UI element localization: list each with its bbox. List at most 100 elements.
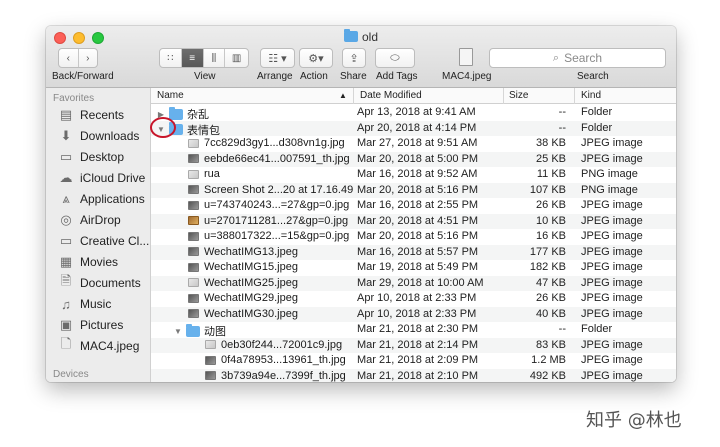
table-row[interactable]: rua Mar 16, 2018 at 9:52 AM 11 KB PNG image <box>151 167 676 183</box>
table-row[interactable]: ▶ 杂乱 Apr 13, 2018 at 9:41 AM -- Folder <box>151 105 676 121</box>
sidebar-item-recents[interactable]: ▤ Recents <box>58 105 124 125</box>
nav-label: Back/Forward <box>52 71 114 82</box>
column-kind[interactable]: Kind <box>581 90 601 101</box>
file-kind: JPEG image <box>581 354 643 366</box>
column-divider[interactable] <box>574 88 575 104</box>
table-row[interactable]: 0eb30f244...72001c9.jpg Mar 21, 2018 at 2… <box>151 337 676 353</box>
list-view-button[interactable]: ≡ <box>181 49 204 67</box>
name-cell: 0f4a78953...13961_th.jpg <box>190 354 346 366</box>
file-size: -- <box>558 323 566 335</box>
table-row[interactable]: eebde66ec41...007591_th.jpg Mar 20, 2018 … <box>151 151 676 167</box>
name-cell: WechatIMG29.jpeg <box>173 292 298 304</box>
sidebar: Favorites ▤ Recents ⬇ Downloads ▭ Desktop ☁… <box>46 88 151 382</box>
search-label: Search <box>577 71 609 82</box>
file-kind: JPEG image <box>581 261 643 273</box>
name-cell: rua <box>173 168 220 180</box>
table-row[interactable]: WechatIMG29.jpeg Apr 10, 2018 at 2:33 PM 2… <box>151 291 676 307</box>
sidebar-item-documents[interactable]: 🗎 Documents <box>58 273 141 293</box>
column-view-button[interactable]: ⫼ <box>204 49 226 67</box>
date-modified: Mar 20, 2018 at 5:16 PM <box>357 230 479 242</box>
sidebar-item-mac4[interactable]: 🗋 MAC4.jpeg <box>58 336 140 356</box>
table-row[interactable]: ▼ 动图 Mar 21, 2018 at 2:30 PM -- Folder <box>151 322 676 338</box>
sidebar-item-airdrop[interactable]: ◎ AirDrop <box>58 210 120 230</box>
table-row[interactable]: u=2701711281...27&gp=0.jpg Mar 20, 2018 a… <box>151 213 676 229</box>
name-cell: u=2701711281...27&gp=0.jpg <box>173 215 348 227</box>
table-row[interactable]: u=388017322...=15&gp=0.jpg Mar 20, 2018 a… <box>151 229 676 245</box>
file-kind: JPEG image <box>581 338 643 351</box>
column-date[interactable]: Date Modified <box>360 90 422 101</box>
table-row[interactable]: WechatIMG25.jpeg Mar 29, 2018 at 10:00 AM… <box>151 275 676 291</box>
forward-button[interactable]: › <box>79 49 98 67</box>
image-file-icon <box>188 154 199 163</box>
table-row[interactable]: 0f4a78953...13961_th.jpg Mar 21, 2018 at … <box>151 353 676 369</box>
image-file-icon <box>188 231 199 241</box>
gallery-view-button[interactable]: ▥ <box>225 49 248 67</box>
sidebar-item-label: Pictures <box>80 318 124 332</box>
add-tags-label: Add Tags <box>376 71 418 82</box>
share-icon: ⇪ <box>349 52 359 65</box>
file-kind: PNG image <box>581 183 638 196</box>
name-cell: WechatIMG13.jpeg <box>173 246 298 258</box>
file-size: 107 KB <box>529 183 566 196</box>
table-row[interactable]: WechatIMG13.jpeg Mar 16, 2018 at 5:57 PM 1… <box>151 244 676 260</box>
file-name: 3b739a94e...7399f_th.jpg <box>221 369 346 382</box>
table-row[interactable]: Screen Shot 2...20 at 17.16.49 Mar 20, 20… <box>151 182 676 198</box>
column-size[interactable]: Size <box>509 90 528 101</box>
disclosure-expanded-icon[interactable]: ▼ <box>156 125 166 134</box>
column-header: Name ▲ Date Modified Size Kind <box>151 88 676 104</box>
table-row[interactable]: 7cc829d3gy1...d308vn1g.jpg Mar 27, 2018 a… <box>151 136 676 152</box>
view-control: ∷ ≡ ⫼ ▥ <box>159 48 249 68</box>
sidebar-item-pictures[interactable]: ▣ Pictures <box>58 315 124 335</box>
sidebar-item-applications[interactable]: ⩓ Applications <box>58 189 144 209</box>
arrange-button[interactable]: ☷ ▾ <box>260 48 295 68</box>
column-name[interactable]: Name <box>157 90 184 101</box>
image-file-icon <box>188 169 199 179</box>
file-name: u=2701711281...27&gp=0.jpg <box>204 214 349 227</box>
pictures-icon: ▣ <box>59 317 73 332</box>
jpeg-file-icon[interactable] <box>459 48 473 66</box>
file-kind: Folder <box>581 106 613 118</box>
date-modified: Mar 21, 2018 at 2:10 PM <box>357 369 479 382</box>
disclosure-collapsed-icon[interactable]: ▶ <box>156 110 166 119</box>
file-kind: JPEG image <box>581 199 643 211</box>
image-file-icon <box>205 340 216 349</box>
sidebar-item-downloads[interactable]: ⬇ Downloads <box>58 126 140 146</box>
back-button[interactable]: ‹ <box>59 49 79 67</box>
table-row[interactable]: ▼ 表情包 Apr 20, 2018 at 4:14 PM -- Folder <box>151 120 676 137</box>
name-cell: u=388017322...=15&gp=0.jpg <box>173 230 349 242</box>
sidebar-item-label: Documents <box>80 276 141 290</box>
table-row[interactable]: WechatIMG30.jpeg Apr 10, 2018 at 2:33 PM 4… <box>151 306 676 322</box>
name-cell: WechatIMG30.jpeg <box>173 308 298 320</box>
table-row[interactable]: u=743740243...=27&gp=0.jpg Mar 16, 2018 a… <box>151 198 676 214</box>
image-file-icon <box>188 262 199 272</box>
date-modified: Mar 29, 2018 at 10:00 AM <box>357 276 484 289</box>
search-input[interactable]: ⌕ Search <box>489 48 666 68</box>
date-modified: Mar 21, 2018 at 2:30 PM <box>357 323 479 335</box>
sidebar-item-icloud-drive[interactable]: ☁ iCloud Drive <box>58 168 146 188</box>
sidebar-item-label: iCloud Drive <box>80 171 146 185</box>
date-modified: Mar 21, 2018 at 2:09 PM <box>357 354 479 366</box>
sidebar-item-creative-cloud[interactable]: ▭ Creative Cl... <box>58 231 150 251</box>
favorites-heading: Favorites <box>53 93 95 104</box>
sidebar-item-movies[interactable]: ▦ Movies <box>58 252 118 272</box>
sidebar-item-music[interactable]: ♫ Music <box>58 294 111 314</box>
add-tags-button[interactable]: ⬭ <box>375 48 415 68</box>
file-size: 177 KB <box>529 245 566 258</box>
folder-icon <box>343 29 358 42</box>
table-row[interactable]: WechatIMG15.jpeg Mar 19, 2018 at 5:49 PM 1… <box>151 260 676 276</box>
disclosure-expanded-icon[interactable]: ▼ <box>173 327 183 336</box>
gear-icon: ⚙ <box>308 52 319 65</box>
file-size: 25 KB <box>536 152 566 165</box>
table-row[interactable]: 3b739a94e...7399f_th.jpg Mar 21, 2018 at … <box>151 368 676 382</box>
file-kind: JPEG image <box>581 230 643 242</box>
column-divider[interactable] <box>503 88 504 104</box>
file-icon: 🗋 <box>60 336 72 351</box>
column-divider[interactable] <box>353 88 354 104</box>
share-button[interactable]: ⇪ <box>342 48 366 68</box>
action-button[interactable]: ⚙ ▾ <box>299 48 333 68</box>
sidebar-item-desktop[interactable]: ▭ Desktop <box>58 147 124 167</box>
name-cell: 7cc829d3gy1...d308vn1g.jpg <box>173 137 345 149</box>
image-file-icon <box>205 355 216 365</box>
file-kind: Folder <box>581 121 613 134</box>
icon-view-button[interactable]: ∷ <box>160 49 182 67</box>
